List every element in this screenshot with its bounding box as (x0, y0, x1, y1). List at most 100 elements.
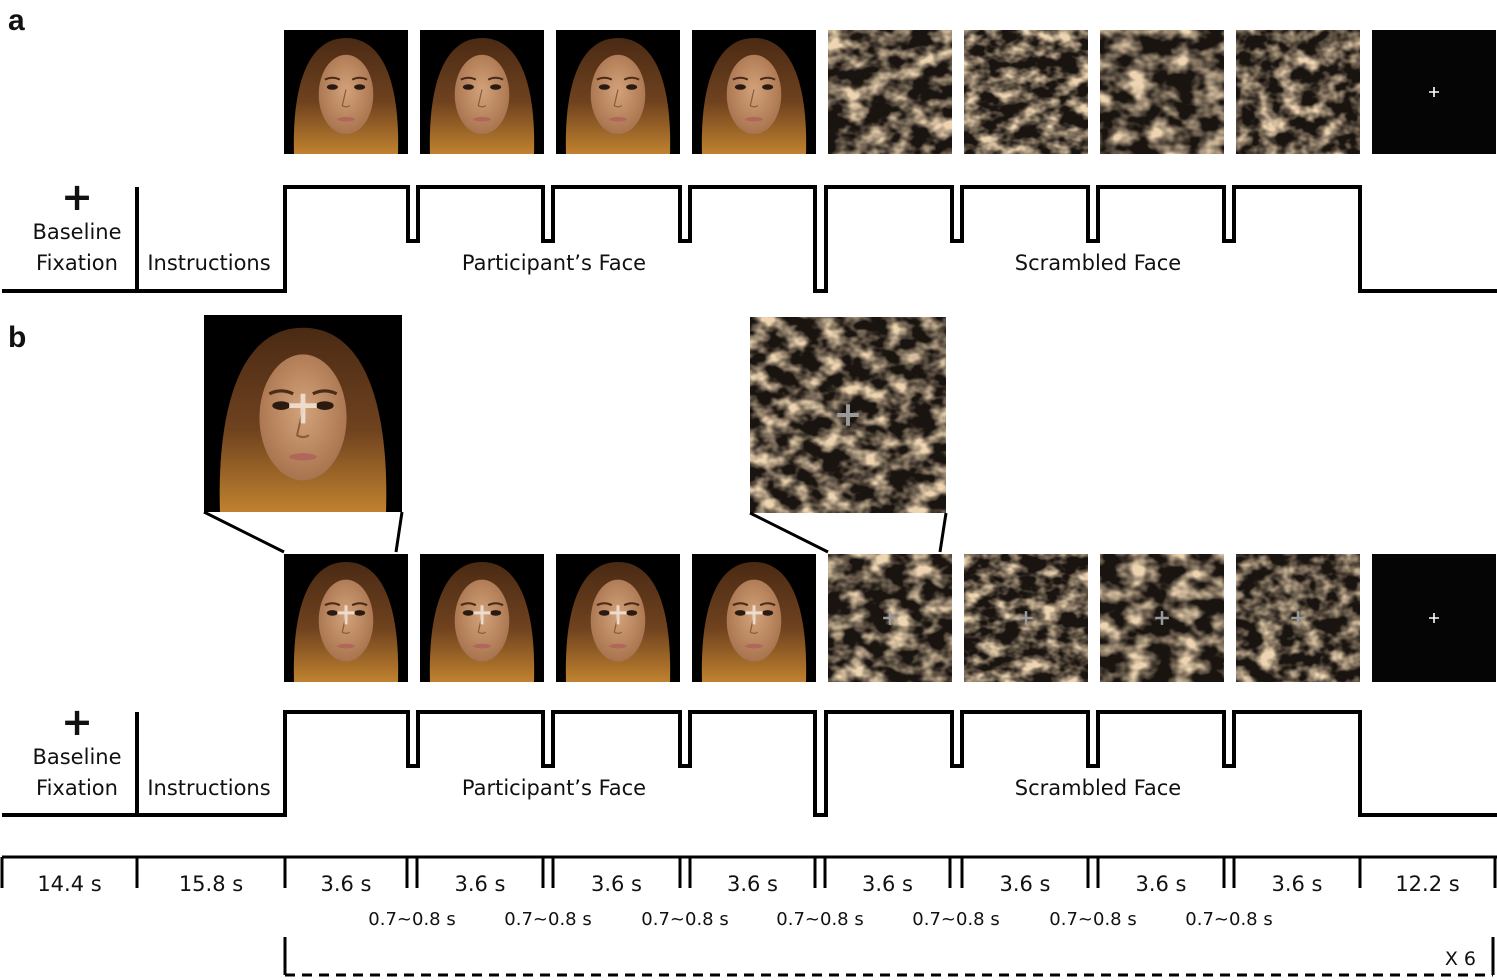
baseline-label: Baseline (32, 745, 121, 769)
duration-label: 14.4 s (37, 872, 101, 896)
eye (626, 610, 638, 616)
duration-label: 3.6 s (1135, 872, 1186, 896)
mouth (609, 117, 627, 122)
duration-label: 3.6 s (862, 872, 913, 896)
face-shape (318, 54, 374, 135)
gap-duration-label: 0.7~0.8 s (641, 909, 728, 930)
duration-label: 3.6 s (320, 872, 371, 896)
duration-label: 3.6 s (1271, 872, 1322, 896)
panel-label-b: b (8, 321, 26, 354)
stimulus-scrambled (964, 30, 1088, 154)
eye (326, 610, 338, 616)
eye (462, 84, 474, 90)
zoom-insets-b (203, 315, 948, 554)
stimulus-face (556, 554, 680, 682)
fixation-label: Fixation (36, 251, 118, 275)
repeat-bracket: X 6 (283, 937, 1495, 977)
gap-duration-label: 0.7~0.8 s (912, 909, 999, 930)
face-shape (726, 54, 782, 135)
eye (598, 610, 610, 616)
eye (326, 84, 338, 90)
fixation-label: Fixation (36, 776, 118, 800)
face-shape (454, 54, 510, 135)
mouth (745, 117, 763, 122)
gap-duration-label: 0.7~0.8 s (1049, 909, 1136, 930)
eye (734, 84, 746, 90)
zoom-connector-lines (749, 511, 948, 554)
participant-face-label: Participant’s Face (462, 776, 646, 800)
stimulus-face (692, 554, 816, 682)
eye (598, 84, 610, 90)
panel-label-a: a (8, 4, 25, 37)
waveform-a-path (2, 185, 1497, 293)
stimulus-fixation (1372, 554, 1496, 682)
zoom-inset-scrambled (750, 317, 946, 513)
duration-label: 15.8 s (179, 872, 243, 896)
mouth (337, 643, 355, 649)
mouth (473, 643, 491, 649)
scrambled-face-label: Scrambled Face (1015, 251, 1181, 275)
stimulus-face (556, 30, 680, 154)
gap-duration-label: 0.7~0.8 s (776, 909, 863, 930)
mouth (609, 643, 627, 649)
duration-label: 12.2 s (1395, 872, 1459, 896)
block-labels-a: + Baseline Fixation Instructions Partici… (32, 175, 1181, 275)
stimulus-face (284, 30, 408, 154)
fixation-cross-icon: + (61, 175, 93, 219)
participant-face-label: Participant’s Face (462, 251, 646, 275)
eye (762, 84, 774, 90)
timing-labels: 14.4 s 15.8 s 3.6 s 3.6 s 3.6 s 3.6 s 3.6 s 3.6… (37, 872, 1459, 930)
instructions-label: Instructions (147, 776, 270, 800)
stimulus-scrambled (828, 554, 952, 682)
scramble-texture (1100, 30, 1224, 154)
repeat-bracket-ends (283, 937, 1495, 975)
eye (354, 610, 366, 616)
paradigm-figure: a b + Baseline Fixation Instructions Par… (0, 4, 1497, 977)
stimulus-face (284, 554, 408, 682)
face-shape (590, 54, 646, 135)
duration-label: 3.6 s (454, 872, 505, 896)
zoom-inset-face (204, 315, 402, 512)
stimulus-fixation (1372, 30, 1496, 154)
scramble-texture (964, 30, 1088, 154)
mouth (473, 117, 491, 122)
eye (734, 610, 746, 616)
stimulus-scrambled (1236, 30, 1360, 154)
gap-duration-label: 0.7~0.8 s (504, 909, 591, 930)
eye (315, 401, 334, 410)
duration-label: 3.6 s (591, 872, 642, 896)
stimulus-scrambled (1100, 554, 1224, 682)
eye (490, 610, 502, 616)
mouth (745, 643, 763, 649)
stimulus-face (420, 554, 544, 682)
block-waveform-a (2, 185, 1497, 293)
eye (272, 401, 291, 410)
stimulus-face (420, 30, 544, 154)
eye (490, 84, 502, 90)
eye (626, 84, 638, 90)
stimulus-scrambled (964, 554, 1088, 682)
stimulus-scrambled (1100, 30, 1224, 154)
mouth (289, 453, 317, 461)
gap-duration-label: 0.7~0.8 s (368, 909, 455, 930)
stimulus-row-a (284, 30, 1496, 154)
repeat-count-label: X 6 (1445, 948, 1476, 970)
zoom-connector-lines (203, 510, 404, 554)
duration-label: 3.6 s (727, 872, 778, 896)
stimulus-scrambled (1236, 554, 1360, 682)
mouth (337, 117, 355, 122)
stimulus-scrambled (828, 30, 952, 154)
scramble-texture (1236, 30, 1360, 154)
eye (354, 84, 366, 90)
gap-duration-label: 0.7~0.8 s (1185, 909, 1272, 930)
instructions-label: Instructions (147, 251, 270, 275)
stimulus-row-b (284, 554, 1496, 682)
stimulus-face (692, 30, 816, 154)
baseline-label: Baseline (32, 220, 121, 244)
duration-label: 3.6 s (999, 872, 1050, 896)
eye (462, 610, 474, 616)
eye (762, 610, 774, 616)
block-labels-b: + Baseline Fixation Instructions Partici… (32, 700, 1181, 800)
scrambled-face-label: Scrambled Face (1015, 776, 1181, 800)
fixation-cross-icon: + (61, 700, 93, 744)
